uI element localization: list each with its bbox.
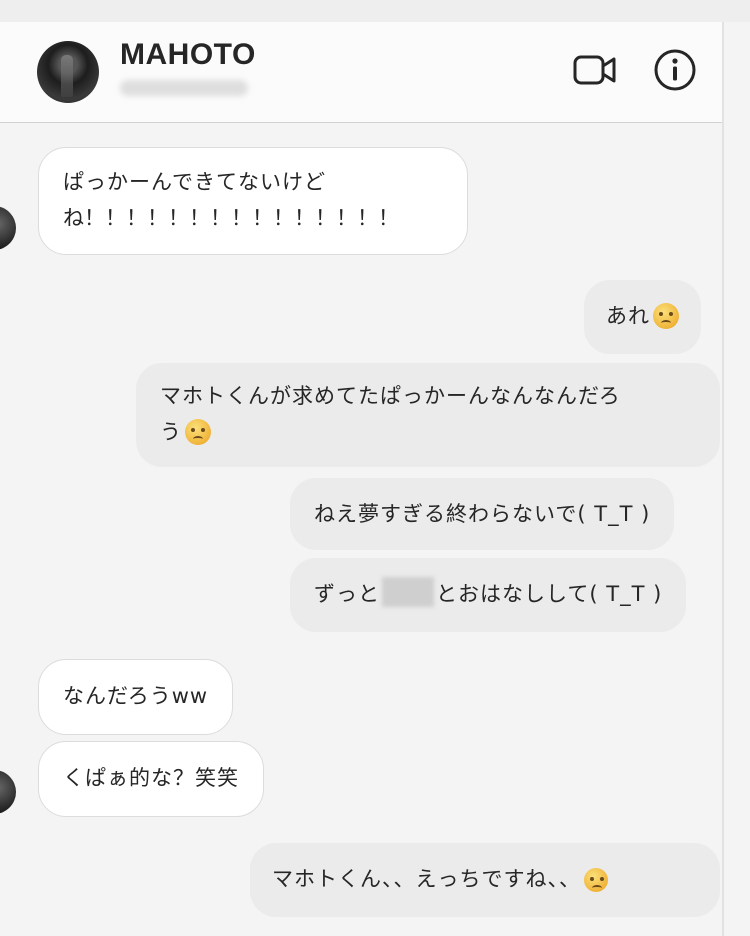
sender-avatar[interactable] [0,770,16,814]
message-text: ずっと [314,582,380,606]
message-text-line: ね！！！！！！！！！！！！！！！ [63,206,399,230]
message-incoming[interactable]: くぱぁ的な？笑笑 [38,741,264,817]
message-text: くぱぁ的な？笑笑 [63,766,239,790]
message-incoming[interactable]: ぱっかーんできてないけど ね！！！！！！！！！！！！！！！ [38,147,468,255]
sad-face-emoji-icon [653,303,679,329]
sad-face-emoji-icon [185,419,211,445]
message-text-line: う [160,420,182,444]
message-outgoing[interactable]: ねえ夢すぎる終わらないで( T_T ) [290,478,675,550]
message-text: マホトくん、、えっちですね、、 [272,867,581,891]
message-text: あれ [606,304,650,328]
message-text-line: ぱっかーんできてないけど [63,170,326,194]
message-outgoing[interactable]: マホトくんが求めてたぱっかーんなんなんだろ う [136,363,720,467]
message-thread[interactable]: ぱっかーんできてないけど ね！！！！！！！！！！！！！！！ あれ マホトくんが求… [0,0,750,936]
message-text-line: マホトくんが求めてたぱっかーんなんなんだろ [160,384,621,408]
message-outgoing[interactable]: マホトくん、、えっちですね、、 [250,843,720,917]
sender-avatar[interactable] [0,206,16,250]
message-incoming[interactable]: なんだろうww [38,659,234,735]
redacted-name [382,577,434,607]
message-text: とおはなしして( T_T ) [436,582,663,606]
message-outgoing[interactable]: ずっと とおはなしして( T_T ) [290,558,687,632]
message-text: なんだろうww [63,684,209,708]
message-outgoing[interactable]: あれ [584,280,701,354]
pleading-face-emoji-icon [584,868,608,892]
message-text: ねえ夢すぎる終わらないで( T_T ) [314,502,651,526]
